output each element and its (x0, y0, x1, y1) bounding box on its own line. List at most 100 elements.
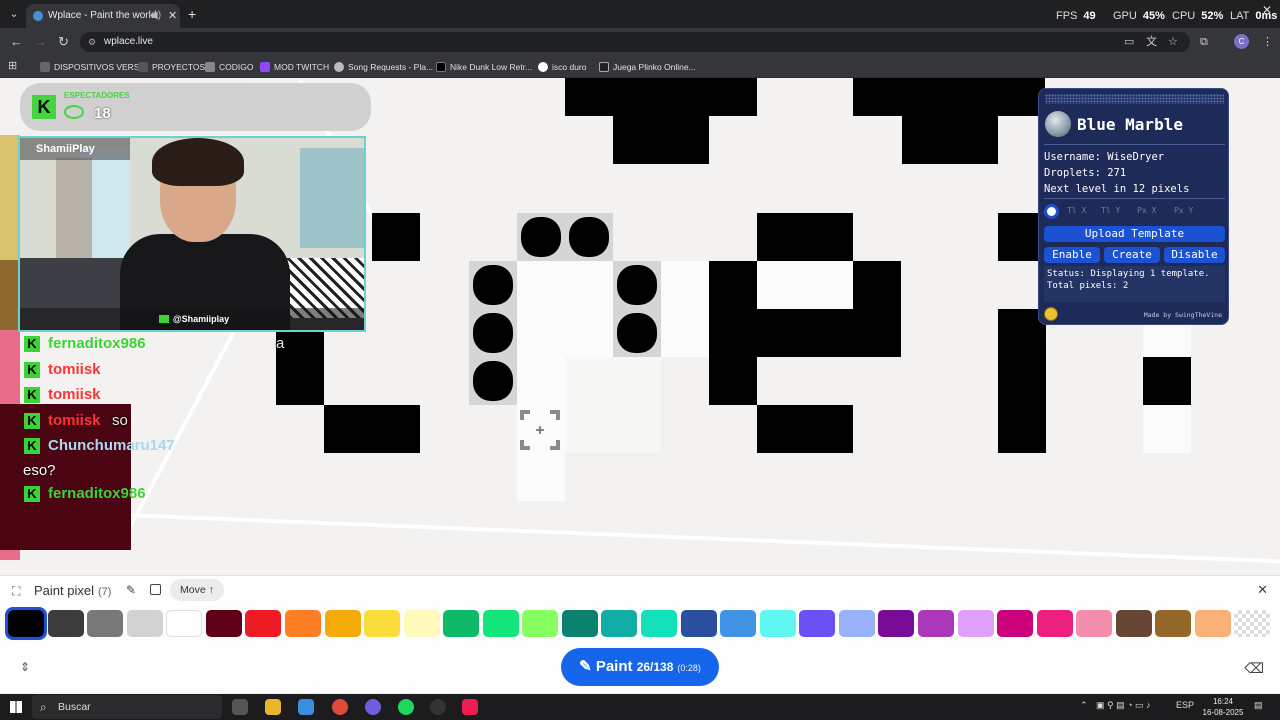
color-swatch[interactable] (482, 610, 519, 637)
browser-tab[interactable]: Wplace - Paint the world ◀) ✕ (26, 4, 180, 28)
color-swatch[interactable] (878, 610, 915, 637)
transparent-swatch[interactable] (1234, 610, 1271, 637)
tray-chevron-icon[interactable]: ⌃ (1080, 700, 1088, 711)
color-swatch[interactable] (284, 610, 321, 637)
color-swatch[interactable] (126, 610, 163, 637)
collapse-arrows-icon[interactable]: ⇕ (20, 660, 30, 674)
taskbar-search[interactable]: ⌕ Buscar (32, 695, 222, 719)
color-swatch[interactable] (720, 610, 757, 637)
color-swatch[interactable] (917, 610, 954, 637)
extensions-icon[interactable]: ⧉ (1200, 35, 1208, 49)
notifications-icon[interactable]: ▤ (1254, 700, 1263, 711)
color-swatch[interactable] (759, 610, 796, 637)
color-swatch[interactable] (1155, 610, 1192, 637)
px-x-input[interactable]: Px X (1137, 206, 1156, 215)
color-swatch[interactable] (166, 610, 203, 637)
close-icon[interactable]: ✕ (1257, 582, 1268, 598)
discord-icon[interactable] (365, 699, 381, 715)
profile-avatar[interactable]: C (1234, 34, 1249, 49)
enable-button[interactable]: Enable (1044, 247, 1100, 263)
color-swatch[interactable] (1076, 610, 1113, 637)
tl-y-input[interactable]: Tl Y (1101, 206, 1120, 215)
divider (1044, 198, 1225, 199)
color-swatch[interactable] (601, 610, 638, 637)
color-swatch[interactable] (47, 610, 84, 637)
bookmark-item[interactable]: CODIGO (205, 60, 253, 74)
url-text: wplace.live (104, 36, 153, 47)
move-button[interactable]: Move ↑ (170, 579, 224, 601)
color-swatch[interactable] (641, 610, 677, 637)
new-tab-icon[interactable]: + (188, 4, 196, 24)
chat-username: tomiisk (48, 386, 101, 403)
clock[interactable]: 16:24 16-08-2025 (1200, 696, 1246, 718)
color-swatch[interactable] (205, 610, 242, 637)
back-icon[interactable]: ← (10, 34, 23, 50)
address-bar[interactable]: ⚙ wplace.live (80, 32, 1190, 52)
color-swatch[interactable] (87, 610, 124, 637)
color-swatch[interactable] (245, 610, 282, 637)
color-swatch[interactable] (5, 607, 47, 640)
bookmark-item[interactable]: Nike Dunk Low Retr... (436, 60, 532, 74)
color-swatch[interactable] (680, 610, 717, 637)
language-indicator[interactable]: ESP (1176, 700, 1194, 710)
tab-search-icon[interactable]: ⌄ (6, 6, 22, 22)
next-level-text: Next level in 12 pixels (1044, 183, 1190, 195)
bookmark-item[interactable]: Song Requests - Pla... (334, 60, 433, 74)
droplet-coin-icon (1044, 307, 1058, 321)
bookmark-item[interactable]: DISPOSITIVOS VERSE (40, 60, 145, 74)
color-swatch[interactable] (1036, 610, 1073, 637)
translate-icon[interactable]: 文 (1146, 35, 1157, 49)
color-swatch[interactable] (957, 610, 994, 637)
color-swatch[interactable] (522, 610, 559, 637)
color-swatch[interactable] (403, 610, 440, 637)
paint-button[interactable]: ✎ Paint 26/138 (0:28) (561, 648, 719, 686)
expand-icon[interactable]: ⛶ (12, 584, 20, 599)
windows-start-icon[interactable] (10, 701, 22, 713)
disable-button[interactable]: Disable (1164, 247, 1225, 263)
globe-icon[interactable] (1045, 111, 1071, 137)
tl-x-input[interactable]: Tl X (1067, 206, 1086, 215)
obs-icon[interactable] (430, 699, 446, 715)
panel-drag-handle[interactable] (1045, 94, 1224, 104)
color-swatch[interactable] (1115, 610, 1152, 637)
tiktok-icon[interactable] (462, 699, 478, 715)
task-view-icon[interactable] (232, 699, 248, 715)
px-y-input[interactable]: Px Y (1174, 206, 1193, 215)
chrome-icon[interactable] (332, 699, 348, 715)
copilot-icon[interactable] (298, 699, 314, 715)
color-swatch[interactable] (838, 610, 875, 637)
color-swatch[interactable] (364, 610, 401, 637)
forward-icon[interactable]: → (34, 34, 47, 50)
bookmark-item[interactable]: isco duro (538, 60, 587, 74)
gpu-readout: GPU 45% (1113, 10, 1165, 22)
cast-icon[interactable]: ▭ (1124, 35, 1134, 49)
chat-message: K tomiisk (22, 385, 342, 411)
color-swatch[interactable] (561, 610, 598, 637)
file-explorer-icon[interactable] (265, 699, 281, 715)
eraser-icon[interactable]: ⌫ (1244, 660, 1264, 677)
apps-grid-icon[interactable]: ⊞ (8, 59, 17, 72)
save-icon[interactable] (150, 584, 161, 595)
color-swatch[interactable] (1194, 610, 1231, 637)
speaker-icon[interactable]: ◀) (150, 4, 161, 28)
spotify-icon[interactable] (398, 699, 414, 715)
site-settings-icon[interactable]: ⚙ (88, 37, 98, 47)
tab-close-icon[interactable]: ✕ (168, 4, 177, 28)
pencil-icon[interactable]: ✎ (126, 583, 136, 597)
browser-menu-icon[interactable]: ⋮ (1262, 35, 1273, 49)
window-close-icon[interactable]: ✕ (1262, 3, 1272, 17)
color-swatch[interactable] (324, 610, 361, 637)
tray-icons[interactable]: ▣ ⚲ ▤ ◔ ▭ ♪ (1096, 700, 1151, 711)
bookmark-item[interactable]: PROYECTOS (138, 60, 205, 74)
bookmark-item[interactable]: Juega Plinko Online... (599, 60, 696, 74)
pin-location-icon[interactable] (1044, 204, 1059, 219)
upload-template-button[interactable]: Upload Template (1044, 226, 1225, 242)
create-button[interactable]: Create (1104, 247, 1160, 263)
reload-icon[interactable]: ↻ (58, 34, 69, 50)
color-swatch[interactable] (443, 610, 480, 637)
bookmark-item[interactable]: MOD TWITCH (260, 60, 329, 74)
bookmark-star-icon[interactable]: ☆ (1168, 35, 1178, 49)
color-swatch[interactable] (997, 610, 1034, 637)
color-swatch[interactable] (799, 610, 836, 637)
pixel-selector-crosshair[interactable] (520, 410, 560, 450)
